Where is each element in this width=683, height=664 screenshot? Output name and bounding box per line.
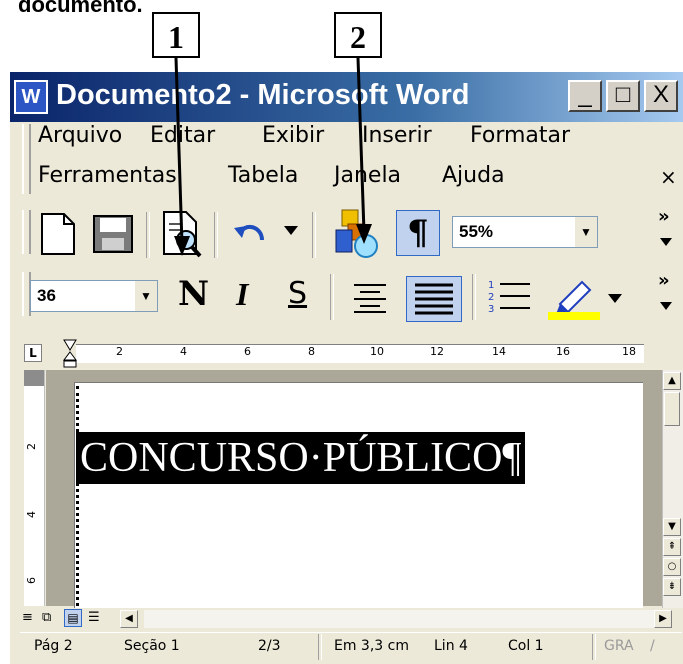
format-options-arrow-icon[interactable] (660, 302, 672, 310)
outline-view-icon[interactable]: ☰ (88, 610, 100, 625)
status-pages[interactable]: 2/3 (258, 638, 281, 654)
status-ext-icon: / (650, 638, 655, 654)
ruler-tick: 16 (556, 345, 570, 358)
status-gra[interactable]: GRA (604, 638, 634, 654)
status-section[interactable]: Seção 1 (124, 638, 180, 654)
horizontal-ruler[interactable]: 2 4 6 8 10 12 14 16 18 (76, 344, 644, 363)
web-layout-view-icon[interactable]: ⧉ (42, 610, 51, 625)
scroll-right-icon[interactable]: ▶ (654, 610, 672, 628)
ruler-tick: 6 (244, 345, 251, 358)
vruler-tick: 6 (25, 577, 38, 584)
ruler-tick: 12 (430, 345, 444, 358)
document-page[interactable] (74, 382, 643, 613)
vertical-scroll-thumb[interactable] (664, 392, 680, 426)
status-divider (592, 634, 596, 660)
scroll-left-icon[interactable]: ◀ (120, 610, 138, 628)
browse-object-icon[interactable]: ○ (663, 558, 681, 576)
vertical-ruler[interactable] (24, 370, 45, 606)
scroll-up-icon[interactable]: ▲ (663, 372, 681, 390)
next-page-icon[interactable]: ⇟ (663, 578, 681, 596)
status-line[interactable]: Lin 4 (434, 638, 468, 654)
vertical-ruler-margin (24, 370, 44, 386)
tab-selector-button[interactable]: L (24, 344, 42, 362)
previous-page-icon[interactable]: ⇞ (663, 538, 681, 556)
ruler-tick: 14 (492, 345, 506, 358)
callout-arrows (174, 57, 372, 256)
scroll-down-icon[interactable]: ▼ (663, 518, 681, 536)
vruler-tick: 4 (25, 511, 38, 518)
status-column[interactable]: Col 1 (508, 638, 544, 654)
ruler-tick: 4 (180, 345, 187, 358)
ruler-tick: 8 (308, 345, 315, 358)
ruler-tick: 10 (370, 345, 384, 358)
status-page[interactable]: Pág 2 (34, 638, 73, 654)
vruler-tick: 2 (25, 443, 38, 450)
normal-view-icon[interactable]: ≡ (22, 610, 33, 625)
indent-marker-icon[interactable] (62, 338, 80, 370)
status-position[interactable]: Em 3,3 cm (334, 638, 409, 654)
selected-document-text[interactable]: CONCURSO·PÚBLICO¶ (76, 432, 526, 484)
horizontal-scroll-track[interactable] (144, 610, 654, 628)
paragraph-marks-column (76, 386, 82, 606)
ruler-tick: 2 (116, 345, 123, 358)
ruler-tick: 18 (622, 345, 636, 358)
svg-text:3: 3 (488, 304, 494, 315)
status-divider (318, 634, 322, 660)
print-layout-view-icon[interactable]: ▤ (64, 609, 82, 627)
